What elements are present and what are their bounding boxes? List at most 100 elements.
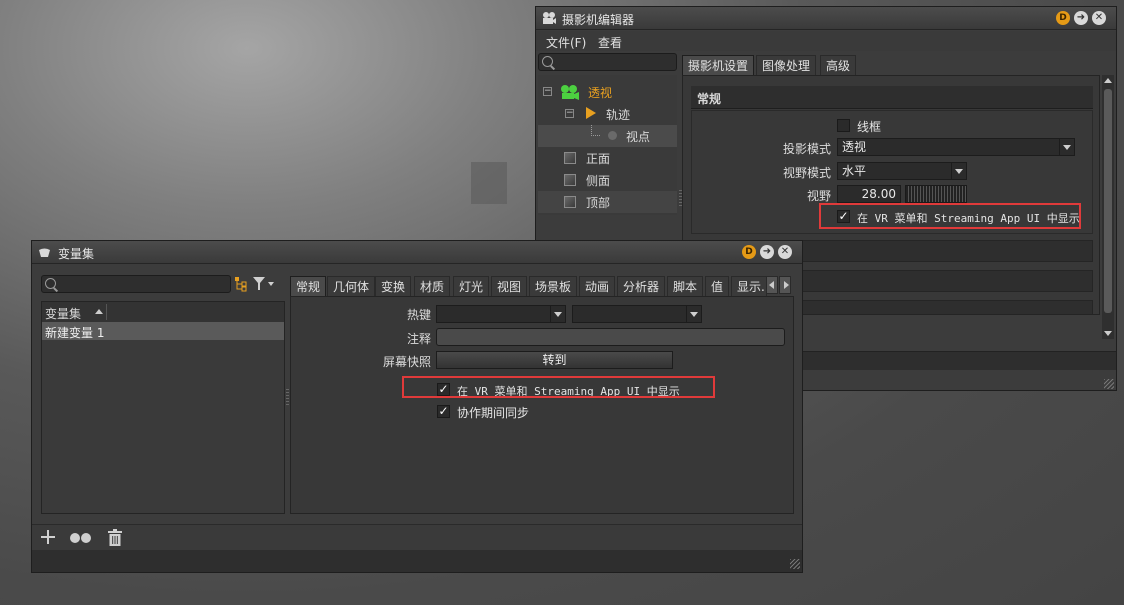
scrollbar-thumb[interactable] — [1104, 89, 1112, 313]
sync-label: 协作期间同步 — [457, 406, 530, 420]
resize-grip-icon[interactable] — [1104, 379, 1114, 389]
camera-tree: − 透视 − 轨迹 视点 正面 侧面 顶部 — [538, 75, 677, 215]
collapse-icon: − — [565, 108, 574, 118]
tab-camera-settings[interactable]: 摄影机设置 — [682, 55, 755, 75]
tab-script[interactable]: 脚本 — [667, 276, 704, 296]
camera-search-input[interactable] — [538, 53, 677, 71]
delete-icon[interactable] — [108, 529, 122, 546]
resize-grip-icon[interactable] — [790, 559, 800, 569]
projection-mode-select[interactable]: 透视 — [837, 138, 1075, 156]
highlight-box — [402, 376, 715, 398]
wireframe-label: 线框 — [857, 120, 882, 134]
fov-label: 视野 — [806, 189, 831, 203]
variant-sets-title: 变量集 — [58, 247, 95, 261]
variant-general-panel: 热键 注释 屏幕快照 转到 ✓ 在 VR 菜单和 Streaming App U… — [290, 296, 794, 514]
tab-analyzer[interactable]: 分析器 — [617, 276, 666, 296]
collapse-icon: − — [543, 86, 552, 96]
variant-sets-window: 变量集 D ➜ ✕ 变量集 新建变量 1 常规 几何体 变换 材质 灯光 视图 … — [31, 240, 803, 573]
tab-advanced[interactable]: 高级 — [820, 55, 857, 75]
viewpoint-dot-icon — [608, 131, 617, 140]
play-icon — [586, 107, 596, 119]
tab-scroll-right-icon[interactable] — [779, 276, 791, 294]
tab-light[interactable]: 灯光 — [453, 276, 490, 296]
menu-view[interactable]: 查看 — [598, 34, 622, 51]
tab-image-processing[interactable]: 图像处理 — [756, 55, 817, 75]
tree-item-label: 轨迹 — [606, 108, 631, 122]
camera-editor-titlebar[interactable]: 摄影机编辑器 D ➜ ✕ — [536, 7, 1116, 30]
tree-item-label: 侧面 — [586, 174, 611, 188]
camera-editor-menubar: 文件(F) 查看 — [536, 31, 1116, 51]
tab-transform[interactable]: 变换 — [375, 276, 412, 296]
scroll-down-icon[interactable] — [1104, 331, 1112, 336]
fov-input[interactable]: 28.00 — [837, 185, 901, 203]
scroll-up-icon[interactable] — [1104, 78, 1112, 83]
search-icon — [45, 278, 56, 289]
variant-statusbar — [32, 550, 802, 572]
vertical-scrollbar[interactable] — [1102, 75, 1114, 339]
close-icon[interactable]: ✕ — [1092, 11, 1106, 25]
tree-item-front[interactable]: 正面 — [538, 147, 677, 169]
fov-slider[interactable] — [905, 185, 967, 203]
comment-input[interactable] — [436, 328, 785, 346]
wireframe-checkbox[interactable] — [837, 119, 850, 132]
tree-item-track[interactable]: − 轨迹 — [538, 103, 677, 125]
add-icon[interactable] — [40, 529, 56, 545]
camera-icon — [542, 11, 556, 25]
tab-display[interactable]: 显示... — [731, 276, 767, 296]
fov-mode-select[interactable]: 水平 — [837, 162, 967, 180]
hotkey-select-1[interactable] — [436, 305, 566, 323]
snapshot-label: 屏幕快照 — [382, 355, 431, 369]
goto-button[interactable]: 转到 — [436, 351, 673, 369]
close-icon[interactable]: ✕ — [778, 245, 792, 259]
camera-editor-title: 摄影机编辑器 — [562, 13, 635, 27]
tab-animation[interactable]: 动画 — [579, 276, 616, 296]
tab-material[interactable]: 材质 — [414, 276, 451, 296]
tree-item-side[interactable]: 侧面 — [538, 169, 677, 191]
fov-mode-value: 水平 — [842, 164, 867, 178]
dock-icon[interactable]: D — [1056, 11, 1070, 25]
arrow-right-icon[interactable]: ➜ — [760, 245, 774, 259]
perspective-camera-icon — [560, 84, 580, 100]
section-header-general: 常规 — [691, 86, 1093, 109]
variant-toolbar — [32, 524, 802, 551]
list-header-label: 变量集 — [45, 307, 82, 321]
duplicate-icon[interactable] — [69, 532, 93, 544]
list-item[interactable]: 新建变量 1 — [42, 322, 284, 340]
chevron-down-icon — [686, 306, 701, 322]
background-shape — [471, 162, 507, 204]
projection-mode-label: 投影模式 — [782, 142, 831, 156]
tab-geometry[interactable]: 几何体 — [327, 276, 376, 296]
chevron-down-icon — [951, 163, 966, 179]
column-divider — [106, 304, 107, 320]
tab-general[interactable]: 常规 — [290, 276, 327, 296]
variant-search-input[interactable] — [41, 275, 231, 293]
tree-item-label: 视点 — [626, 130, 651, 144]
variant-sets-titlebar[interactable]: 变量集 D ➜ ✕ — [32, 241, 802, 264]
hotkey-select-2[interactable] — [572, 305, 702, 323]
sort-up-icon — [95, 309, 103, 314]
variant-sets-list: 变量集 新建变量 1 — [41, 301, 285, 514]
highlight-box — [819, 203, 1081, 229]
tree-item-top[interactable]: 顶部 — [538, 191, 677, 213]
menu-file[interactable]: 文件(F) — [546, 34, 586, 51]
tree-item-label: 顶部 — [586, 196, 611, 210]
arrow-right-icon[interactable]: ➜ — [1074, 11, 1088, 25]
section-title: 常规 — [697, 92, 722, 106]
fov-mode-label: 视野模式 — [782, 166, 831, 180]
comment-label: 注释 — [406, 332, 431, 346]
filter-icon[interactable] — [253, 277, 275, 291]
dock-icon[interactable]: D — [742, 245, 756, 259]
list-header[interactable]: 变量集 — [42, 302, 284, 323]
search-icon — [542, 56, 553, 67]
hierarchy-icon[interactable] — [234, 276, 248, 292]
chevron-down-icon — [550, 306, 565, 322]
tree-item-viewpoint[interactable]: 视点 — [538, 125, 677, 147]
tab-scene-board[interactable]: 场景板 — [529, 276, 578, 296]
chevron-down-icon — [1059, 139, 1074, 155]
splitter-handle[interactable] — [286, 389, 289, 405]
tab-view[interactable]: 视图 — [491, 276, 528, 296]
tree-item-perspective[interactable]: − 透视 — [538, 81, 677, 103]
tab-scroll-left-icon[interactable] — [766, 276, 778, 294]
sync-checkbox[interactable]: ✓ — [437, 405, 450, 418]
tab-value[interactable]: 值 — [705, 276, 730, 296]
